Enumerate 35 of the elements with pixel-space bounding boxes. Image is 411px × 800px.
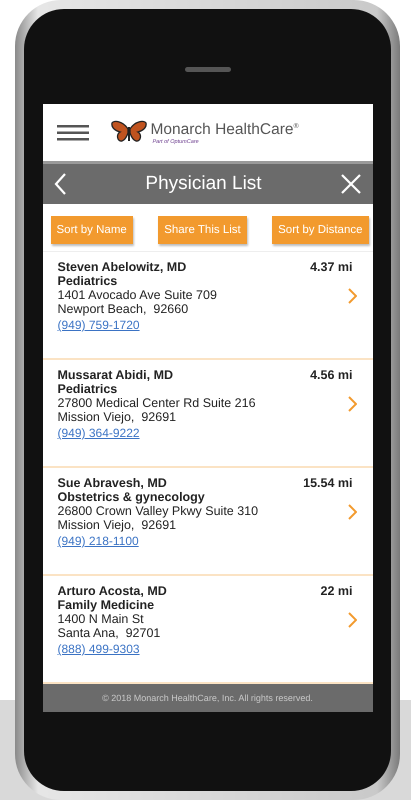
menu-icon[interactable] [56,124,88,140]
phone-link[interactable]: (888) 499-9303 [58,642,140,656]
physician-address: 1400 N Main St [58,612,144,626]
back-icon[interactable] [52,172,66,196]
phone-link[interactable]: (949) 759-1720 [58,318,140,332]
physician-name: Mussarat Abidi, MD [58,368,174,382]
close-icon[interactable] [340,173,362,195]
physician-city: Mission Viejo, 92691 [58,410,176,424]
chevron-right-icon[interactable] [348,396,356,412]
copyright-footer: © 2018 Monarch HealthCare, Inc. All rights reserved. [42,684,372,712]
screen-title: Physician List [145,173,262,195]
chevron-right-icon[interactable] [348,288,356,304]
brand-name: Monarch HealthCare$^{®}$ [150,120,299,138]
physician-specialty: Pediatrics [58,274,118,288]
physician-city: Mission Viejo, 92691 [58,518,176,532]
physician-name: Sue Abravesh, MD [58,476,167,490]
physician-city: Newport Beach, 92660 [58,302,188,316]
physician-address: 1401 Avocado Ave Suite 709 [58,288,217,302]
chevron-right-icon[interactable] [348,612,356,628]
physician-distance: 15.54 mi [303,476,352,490]
physician-name: Arturo Acosta, MD [58,584,167,598]
physician-specialty: Family Medicine [58,598,154,612]
physician-distance: 22 mi [320,584,352,598]
physician-address: 26800 Crown Valley Pkwy Suite 310 [58,504,258,518]
physician-specialty: Pediatrics [58,382,118,396]
speaker-grille [184,67,230,72]
physician-specialty: Obstetrics & gynecology [58,490,205,504]
physician-address: 27800 Medical Center Rd Suite 216 [58,396,256,410]
physician-name: Steven Abelowitz, MD [58,260,186,274]
phone-link[interactable]: (949) 218-1100 [58,534,139,548]
phone-link[interactable]: (949) 364-9222 [58,426,140,440]
physician-city: Santa Ana, 92701 [58,626,160,640]
physician-distance: 4.37 mi [310,260,352,274]
chevron-right-icon[interactable] [348,504,356,520]
physician-distance: 4.56 mi [310,368,352,382]
